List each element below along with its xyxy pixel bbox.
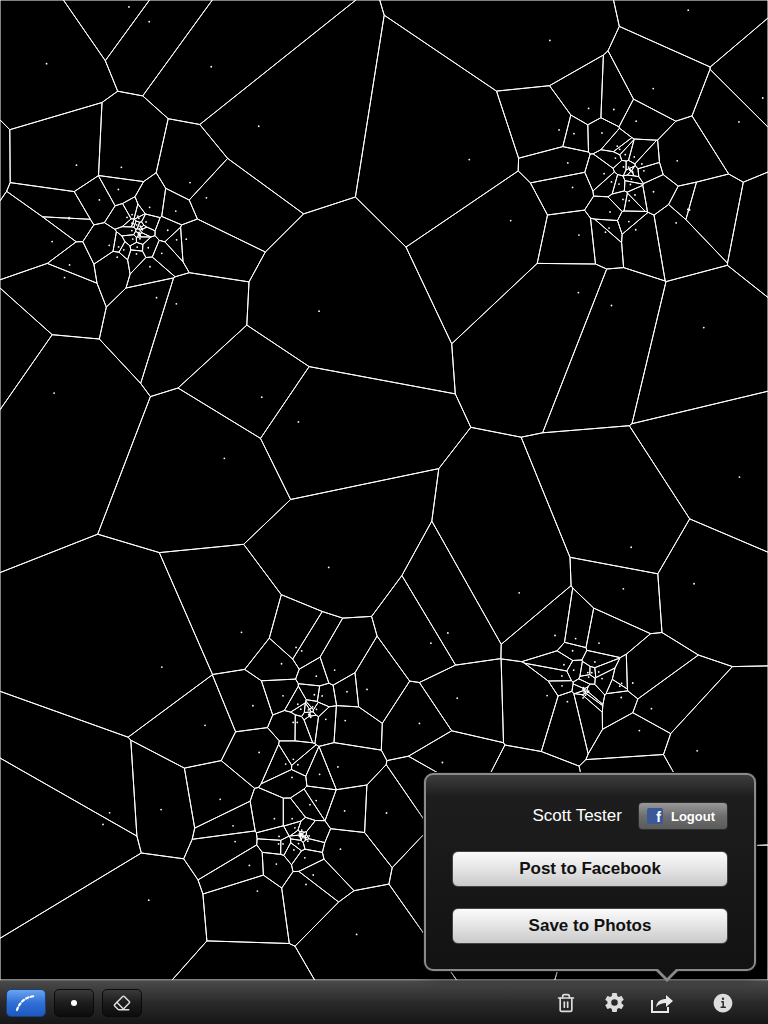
tool-group: [6, 989, 142, 1017]
curve-tool-icon: [14, 993, 38, 1013]
gear-icon: [604, 992, 625, 1013]
dot-icon: [71, 1000, 77, 1006]
share-icon: [649, 992, 675, 1014]
eraser-tool-button[interactable]: [102, 989, 142, 1017]
point-tool-button[interactable]: [54, 989, 94, 1017]
info-button[interactable]: [686, 985, 760, 1021]
info-icon: [711, 991, 735, 1015]
popover-action-button[interactable]: Post to Facebook: [452, 851, 728, 887]
popover-actions: Post to Facebook Save to Photos: [452, 851, 728, 944]
share-button[interactable]: [638, 985, 686, 1021]
eraser-icon: [113, 994, 131, 1012]
popover-arrow: [655, 970, 679, 982]
facebook-logo-icon: f: [647, 808, 663, 824]
share-popover: Scott Tester fLogout Post to Facebook Save …: [424, 773, 756, 971]
bottom-toolbar: [0, 980, 768, 1024]
settings-button[interactable]: [590, 985, 638, 1021]
account-row: Scott Tester fLogout: [452, 801, 728, 831]
trash-button[interactable]: [542, 985, 590, 1021]
app-screen: Scott Tester fLogout Post to Facebook Save …: [0, 0, 768, 1024]
popover-action-button[interactable]: Save to Photos: [452, 908, 728, 944]
trash-icon: [556, 993, 576, 1013]
action-group: [542, 985, 760, 1021]
logout-button[interactable]: fLogout: [638, 802, 728, 830]
line-tool-button[interactable]: [6, 989, 46, 1017]
account-name: Scott Tester: [533, 806, 622, 826]
